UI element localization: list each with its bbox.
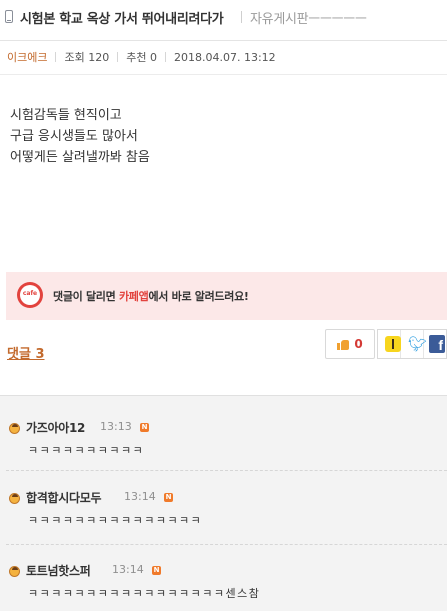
kakao-icon [385, 336, 401, 352]
cafe-logo-text: cafe [22, 290, 38, 297]
cafe-logo-icon: cafe [17, 282, 43, 308]
view-count: 조회 120 [64, 51, 110, 64]
new-badge-icon: N [164, 493, 173, 502]
meta-separator [0, 74, 447, 75]
post-line: 구급 응시생들도 많아서 [10, 129, 138, 144]
kakao-share-button[interactable] [378, 330, 401, 358]
like-count: 0 [354, 337, 363, 351]
post-body: 시험감독들 현직이고 구급 응시생들도 많아서 어떻게든 살려낼까봐 참음 [10, 105, 150, 168]
reply-count-link[interactable]: 댓글 3 [7, 343, 45, 362]
member-face-icon [9, 423, 20, 434]
cafe-banner-text: 댓글이 달리면 카페앱에서 바로 알려드려요! [53, 288, 249, 304]
twitter-share-button[interactable]: 🐦︎ [401, 330, 427, 358]
board-link[interactable]: 자유게시판ㅡㅡㅡㅡㅡ [250, 8, 367, 27]
member-face-icon [9, 493, 20, 504]
cafe-app-banner[interactable]: cafe 댓글이 달리면 카페앱에서 바로 알려드려요! [6, 272, 447, 320]
meta-divider [55, 52, 57, 62]
comment-time: 13:13 [100, 420, 132, 433]
comment-item: 합격합시다모두 13:14 N ㅋㅋㅋㅋㅋㅋㅋㅋㅋㅋㅋㅋㅋㅋㅋ [0, 470, 447, 530]
meta-divider [164, 52, 166, 62]
post-datetime: 2018.04.07. 13:12 [173, 50, 276, 64]
cafe-banner-prefix: 댓글이 달리면 [53, 290, 119, 303]
post-line: 시험감독들 현직이고 [10, 108, 122, 123]
post-meta: 이크에크 조회 120 추천 0 2018.04.07. 13:12 [7, 49, 276, 65]
author-name[interactable]: 이크에크 [7, 49, 47, 65]
post-title: 시험본 학교 옥상 가서 뛰어내리려다가 [20, 12, 224, 27]
new-badge-icon: N [140, 423, 149, 432]
mobile-icon [5, 10, 13, 23]
comment-text: ㅋㅋㅋㅋㅋㅋㅋㅋㅋㅋㅋㅋㅋㅋㅋ [28, 514, 203, 527]
like-button[interactable]: 0 [325, 329, 375, 359]
facebook-share-button[interactable]: f [424, 330, 446, 358]
comment-time: 13:14 [124, 490, 156, 503]
post-line: 어떻게든 살려낼까봐 참음 [10, 150, 150, 165]
comment-text: ㅋㅋㅋㅋㅋㅋㅋㅋㅋㅋ [28, 444, 145, 457]
comment-item: 가즈아아12 13:13 N ㅋㅋㅋㅋㅋㅋㅋㅋㅋㅋ [0, 396, 447, 457]
comment-list: 가즈아아12 13:13 N ㅋㅋㅋㅋㅋㅋㅋㅋㅋㅋ 합격합시다모두 13:14 … [0, 395, 447, 611]
comment-text: ㅋㅋㅋㅋㅋㅋㅋㅋㅋㅋㅋㅋㅋㅋㅋㅋㅋ센스참 [28, 587, 261, 600]
share-buttons: 🐦︎ f [377, 329, 447, 359]
meta-divider [117, 52, 119, 62]
cafe-app-name: 카페앱 [118, 290, 149, 303]
post-header: 시험본 학교 옥상 가서 뛰어내리려다가 자유게시판ㅡㅡㅡㅡㅡ [0, 0, 447, 41]
new-badge-icon: N [152, 566, 161, 575]
cafe-banner-suffix: 에서 바로 알려드려요! [148, 290, 249, 303]
comment-nickname[interactable]: 합격합시다모두 [26, 489, 101, 506]
recommend-count: 추천 0 [126, 51, 157, 64]
member-face-icon [9, 566, 20, 577]
comment-item: 토트넘핫스퍼 13:14 N ㅋㅋㅋㅋㅋㅋㅋㅋㅋㅋㅋㅋㅋㅋㅋㅋㅋ센스참 [0, 544, 447, 604]
comment-nickname[interactable]: 가즈아아12 [26, 419, 85, 436]
comment-time: 13:14 [112, 563, 144, 576]
facebook-icon: f [429, 335, 445, 353]
header-divider [241, 11, 242, 23]
comment-nickname[interactable]: 토트넘핫스퍼 [26, 562, 91, 579]
thumbs-up-icon [337, 338, 350, 350]
